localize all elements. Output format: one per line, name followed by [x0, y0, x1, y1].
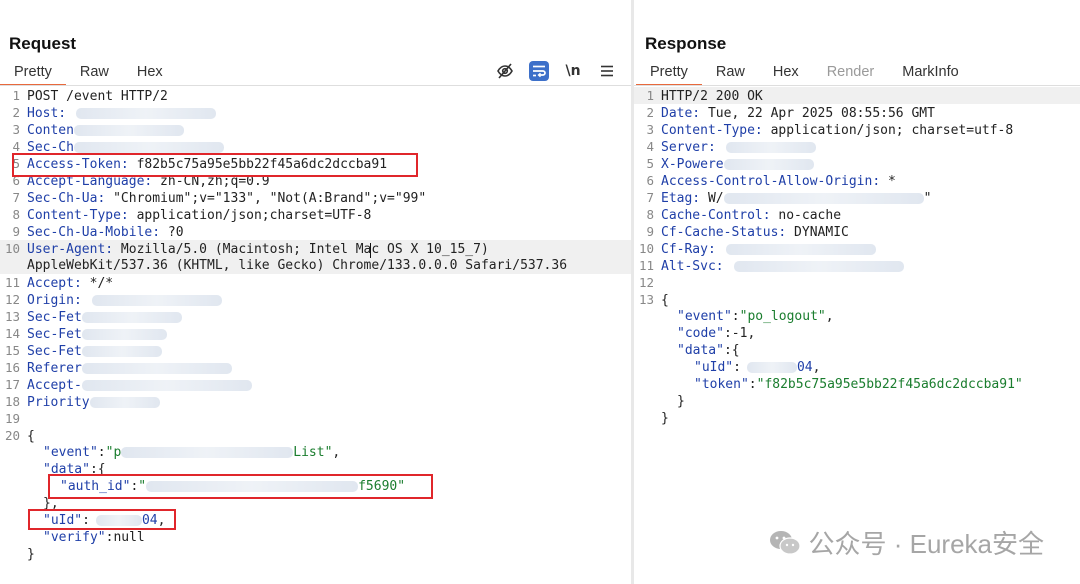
redacted-value	[746, 362, 797, 373]
response-tab-pretty[interactable]: Pretty	[636, 62, 702, 86]
response-line: 4 Server:	[634, 138, 1080, 155]
request-tab-rule	[0, 85, 631, 86]
response-body-uid: "uId": 04,	[694, 360, 821, 375]
newline-toggle[interactable]: \n	[563, 61, 583, 81]
request-line: 13 Sec-Fet	[0, 308, 631, 325]
response-panel: Response Pretty Raw Hex Render MarkInfo …	[634, 0, 1080, 584]
response-line: 1 HTTP/2 200 OK	[634, 87, 1080, 104]
response-body-token: "token":"f82b5c75a95e5bb22f45a6dc2dccba9…	[694, 377, 1023, 392]
response-tab-rule	[634, 85, 1080, 86]
watermark: 公众号 · Eureka安全	[769, 524, 1045, 561]
response-body-data: "data":{	[677, 343, 740, 358]
request-line-user-agent-cont: AppleWebKit/537.36 (KHTML, like Gecko) C…	[0, 257, 631, 274]
request-body-auth-id: "auth_id":" f5690"	[60, 479, 406, 494]
response-line: 2 Date: Tue, 22 Apr 2025 08:55:56 GMT	[646, 105, 935, 121]
wechat-icon	[769, 530, 801, 555]
request-line: 16 Referer	[0, 359, 631, 376]
request-line: 14 Sec-Fet	[0, 325, 631, 342]
response-line: 10 Cf-Ray:	[634, 240, 1080, 257]
menu-icon[interactable]	[597, 61, 617, 81]
redacted-value	[81, 380, 252, 391]
redacted-value	[723, 159, 814, 170]
response-line: 5 X-Powere	[634, 155, 1080, 172]
response-title: Response	[645, 34, 727, 53]
request-panel: Request Pretty Raw Hex \n 1 POST /event H…	[0, 0, 631, 584]
request-tab-raw[interactable]: Raw	[66, 62, 123, 86]
response-body-code: "code":-1,	[677, 326, 756, 341]
redacted-value	[723, 193, 924, 204]
response-editor[interactable]: 1 HTTP/2 200 OK 2 Date: Tue, 22 Apr 2025 0…	[634, 87, 1080, 427]
response-line: 3 Content-Type: application/json; charset…	[646, 122, 1014, 138]
request-line: 7 Sec-Ch-Ua: "Chromium";v="133", "Not(A:B…	[12, 190, 427, 206]
request-line: 2 Host:	[0, 104, 631, 121]
redacted-value	[76, 108, 217, 119]
response-line: 8 Cache-Control: no-cache	[646, 207, 842, 223]
response-tab-raw[interactable]: Raw	[702, 62, 759, 86]
response-line: 13{	[638, 292, 669, 308]
response-tab-hex[interactable]: Hex	[759, 62, 813, 86]
redacted-value	[81, 363, 232, 374]
redacted-value	[725, 142, 816, 153]
request-tabs: Pretty Raw Hex	[0, 62, 177, 86]
request-line: 1 POST /event HTTP/2	[12, 88, 168, 104]
request-line: 20{	[4, 428, 35, 444]
response-body-inner-close: }	[677, 394, 685, 409]
text-cursor	[370, 243, 371, 258]
redacted-value	[81, 346, 162, 357]
response-body-end: }	[661, 411, 669, 426]
eye-off-icon[interactable]	[495, 61, 515, 81]
redacted-value	[73, 125, 184, 136]
redacted-value	[81, 329, 167, 340]
response-body-event: "event":"po_logout",	[677, 309, 834, 324]
redacted-value	[121, 447, 294, 458]
request-line: 15 Sec-Fet	[0, 342, 631, 359]
response-line: 11 Alt-Svc:	[634, 257, 1080, 274]
response-line: 7 Etag: W/"	[646, 190, 932, 206]
request-line: 18 Priority	[0, 393, 631, 410]
request-line: 11 Accept: */*	[4, 275, 114, 291]
request-line: 19	[4, 411, 20, 426]
request-line: 9 Sec-Ch-Ua-Mobile: ?0	[12, 224, 184, 240]
request-editor[interactable]: 1 POST /event HTTP/2 2 Host: 3 Conten 4 Sec-…	[0, 87, 631, 563]
request-body-verify: "verify":null	[43, 530, 145, 545]
request-body-end: }	[27, 547, 35, 562]
watermark-text: 公众号 · Eureka安全	[808, 529, 1045, 559]
request-body-close: },	[43, 496, 59, 511]
request-line: 3 Conten	[0, 121, 631, 138]
request-body-uid: "uId": 04,	[43, 513, 166, 528]
response-tab-markinfo[interactable]: MarkInfo	[888, 62, 972, 86]
request-title: Request	[9, 34, 77, 53]
request-line-access-token: 5 Access-Token: f82b5c75a95e5bb22f45a6dc2…	[12, 156, 388, 172]
request-body-event: "event":"p List",	[43, 445, 341, 460]
redacted-value	[81, 312, 182, 323]
response-line: 12	[638, 275, 654, 290]
wrap-lines-icon[interactable]	[529, 61, 549, 81]
redacted-value	[91, 295, 222, 306]
request-tab-hex[interactable]: Hex	[123, 62, 177, 86]
request-line: 8 Content-Type: application/json;charset=…	[12, 207, 372, 223]
redacted-value	[725, 244, 876, 255]
request-line: 17 Accept-	[0, 376, 631, 393]
response-line: 6 Access-Control-Allow-Origin: *	[646, 173, 896, 189]
redacted-value	[89, 397, 160, 408]
request-body-data: "data":{	[43, 462, 106, 477]
response-tab-render[interactable]: Render	[813, 62, 889, 86]
response-tabs: Pretty Raw Hex Render MarkInfo	[636, 62, 973, 86]
response-line: 9 Cf-Cache-Status: DYNAMIC	[646, 224, 849, 240]
request-line: 6 Accept-Language: zh-CN,zh;q=0.9	[12, 173, 270, 189]
request-tab-pretty[interactable]: Pretty	[0, 62, 66, 86]
request-line-user-agent: 10 User-Agent: Mozilla/5.0 (Macintosh; In…	[0, 240, 631, 257]
request-toolbar: \n	[495, 61, 617, 81]
request-line: 4 Sec-Ch	[0, 138, 631, 155]
redacted-value	[73, 142, 224, 153]
redacted-value	[146, 481, 359, 492]
redacted-value	[733, 261, 904, 272]
redacted-value	[95, 515, 142, 526]
request-line: 12 Origin:	[0, 291, 631, 308]
